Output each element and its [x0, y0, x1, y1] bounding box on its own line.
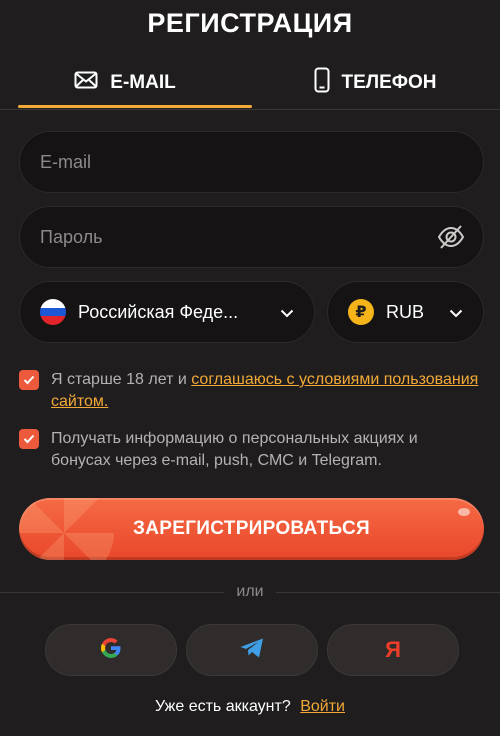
telegram-login-button[interactable]	[186, 624, 318, 676]
country-select[interactable]: Российская Феде...	[19, 281, 315, 343]
age-terms-consent: Я старше 18 лет и соглашаюсь с условиями…	[19, 369, 479, 413]
tab-email-label: E-MAIL	[110, 72, 176, 93]
ruble-coin-icon: ₽	[348, 299, 374, 325]
promo-consent: Получать информацию о персональных акция…	[19, 428, 479, 472]
email-field[interactable]: E-mail	[19, 131, 484, 193]
promo-consent-label: Получать информацию о персональных акция…	[51, 430, 418, 469]
yandex-login-button[interactable]: Я	[327, 624, 459, 676]
divider-line	[0, 591, 225, 593]
age-terms-checkbox[interactable]	[19, 370, 39, 390]
or-divider: или	[0, 581, 500, 603]
page-title: РЕГИСТРАЦИЯ	[147, 8, 353, 38]
envelope-icon	[74, 71, 98, 95]
chevron-down-icon	[280, 302, 294, 323]
login-prompt-text: Уже есть аккаунт?	[155, 698, 291, 715]
age-terms-label: Я старше 18 лет и	[51, 371, 192, 388]
login-link[interactable]: Войти	[300, 698, 345, 715]
active-tab-indicator	[18, 105, 252, 108]
google-icon	[100, 637, 122, 664]
google-login-button[interactable]	[45, 624, 177, 676]
email-placeholder: E-mail	[40, 151, 92, 172]
country-value: Российская Феде...	[78, 301, 239, 322]
password-field[interactable]: Пароль	[19, 206, 484, 268]
eye-off-icon[interactable]	[437, 224, 465, 255]
currency-value: RUB	[386, 301, 425, 322]
swirl-decoration-icon	[19, 498, 114, 560]
tab-email[interactable]: E-MAIL	[0, 58, 250, 108]
or-label: или	[236, 583, 264, 600]
password-placeholder: Пароль	[40, 226, 103, 247]
yandex-icon: Я	[385, 637, 401, 662]
phone-icon	[314, 67, 330, 99]
register-button[interactable]: ЗАРЕГИСТРИРОВАТЬСЯ	[19, 498, 484, 560]
chevron-down-icon	[449, 302, 463, 323]
promo-checkbox[interactable]	[19, 429, 39, 449]
tab-phone[interactable]: ТЕЛЕФОН	[250, 58, 500, 108]
tab-phone-label: ТЕЛЕФОН	[341, 72, 437, 93]
register-button-label: ЗАРЕГИСТРИРОВАТЬСЯ	[133, 518, 370, 539]
login-prompt: Уже есть аккаунт? Войти	[0, 698, 500, 716]
age-terms-text: Я старше 18 лет и соглашаюсь с условиями…	[51, 369, 479, 413]
currency-select[interactable]: ₽ RUB	[327, 281, 484, 343]
divider-line	[275, 591, 500, 593]
telegram-icon	[239, 637, 265, 664]
button-shine	[458, 508, 470, 516]
russia-flag-icon	[40, 299, 66, 325]
auth-tabs: E-MAIL ТЕЛЕФОН	[0, 58, 500, 110]
